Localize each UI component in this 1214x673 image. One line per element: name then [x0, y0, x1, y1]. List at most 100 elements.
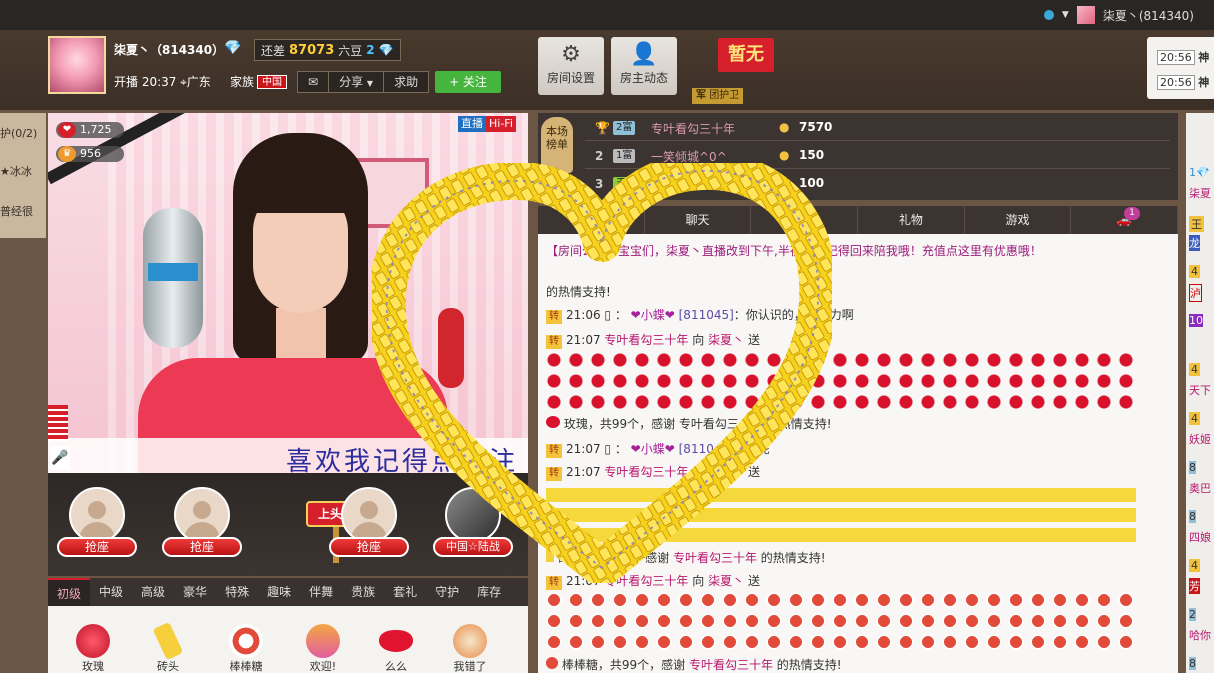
- mic-icon[interactable]: 🎤: [50, 446, 70, 470]
- chat-user[interactable]: 专叶看勾三十年: [604, 333, 688, 347]
- fr-item[interactable]: 天下: [1189, 382, 1211, 398]
- fr-item[interactable]: 奥巴: [1189, 480, 1211, 496]
- balloon-icon: [306, 624, 340, 658]
- guard-label: 军 团护卫: [692, 88, 744, 104]
- seat-bar: 抢座 抢座 上头条 抢座 中国☆陆战: [48, 473, 528, 576]
- mini-item[interactable]: 护(0/2): [0, 125, 46, 141]
- live-video[interactable]: 喜欢我记得点关注 🎤: [48, 113, 528, 473]
- chat-tab[interactable]: 礼物: [858, 206, 965, 234]
- repost-badge[interactable]: 转: [546, 310, 562, 324]
- chat-user[interactable]: 专叶看勾三十年: [673, 551, 757, 565]
- host-dynamic-button[interactable]: 👤 房主动态: [611, 37, 677, 95]
- gift-item[interactable]: 玫瑰: [63, 624, 123, 673]
- guard-panel[interactable]: 暂无 军 团护卫: [688, 30, 778, 108]
- gift-item[interactable]: 欢迎!: [293, 624, 353, 673]
- fr-item[interactable]: 四娘: [1189, 529, 1211, 545]
- rank-row[interactable]: 2 1富 一笑倾城^0^ ● 150: [585, 143, 1170, 169]
- seat[interactable]: 中国☆陆战: [433, 487, 513, 567]
- chat-tab[interactable]: 公屏: [538, 206, 645, 234]
- rank-value: 150: [799, 148, 825, 162]
- share-button[interactable]: 分享 ▼: [329, 72, 385, 92]
- right-user-list: 1💎 柒夏 王 龙 4 泸 10 4 天下 4 妖姬 8 奥巴 8 四娘 4 芳…: [1186, 113, 1214, 673]
- crown-icon: ♛: [58, 146, 76, 162]
- chat-verb: 向: [692, 333, 705, 347]
- chat-tab[interactable]: 聊天: [645, 206, 752, 234]
- chat-host[interactable]: 柒夏丶: [708, 333, 744, 347]
- repost-badge[interactable]: 转: [546, 444, 562, 458]
- gift-tab[interactable]: 套礼: [384, 578, 426, 606]
- rank-row[interactable]: 3 王冠 ● 100: [585, 171, 1170, 197]
- gap-level: 2: [366, 43, 375, 57]
- gift-tab[interactable]: 初级: [48, 578, 91, 606]
- rose-icon: [546, 371, 1136, 391]
- lollipop-icon: [229, 624, 263, 658]
- gift-tab[interactable]: 豪华: [174, 578, 216, 606]
- host-avatar[interactable]: [48, 36, 106, 94]
- gift-item[interactable]: 棒棒糖: [216, 624, 276, 673]
- gift-item[interactable]: 我错了: [440, 624, 500, 673]
- mail-icon[interactable]: ✉: [298, 72, 330, 92]
- gift-tab[interactable]: 守护: [426, 578, 468, 606]
- user-avatar[interactable]: [1076, 6, 1095, 24]
- chevron-down-icon[interactable]: ▼: [1062, 10, 1069, 20]
- hifi-badge[interactable]: Hi-Fi: [486, 116, 516, 132]
- seat[interactable]: 抢座: [57, 487, 137, 567]
- notice-text: 【房间公告】宝宝们，柒夏丶直播改到下午,半夜了，记得回来陪我哦！充值点这里有优惠…: [546, 244, 1042, 258]
- fr-item[interactable]: 柒夏: [1189, 185, 1211, 201]
- chat-user-id[interactable]: [811045]: [679, 308, 734, 322]
- rank-row[interactable]: 🏆 2富 专叶看勾三十年 ● 7570: [585, 115, 1170, 141]
- seat-label: 抢座: [329, 537, 409, 557]
- repost-badge[interactable]: 转: [546, 335, 562, 349]
- gift-tab[interactable]: 中级: [90, 578, 132, 606]
- ranking-tag[interactable]: 本场榜单: [541, 117, 573, 173]
- chat-user[interactable]: ❤小蝶❤: [631, 308, 675, 322]
- volume-bar[interactable]: [48, 405, 68, 441]
- chat-host[interactable]: 柒夏丶: [708, 465, 744, 479]
- host-dynamic-label: 房主动态: [619, 71, 668, 85]
- user-name[interactable]: 柒夏丶(814340): [1103, 7, 1194, 24]
- chat-tab[interactable]: 游戏: [965, 206, 1072, 234]
- follow-button[interactable]: + 关注: [435, 71, 501, 93]
- fr-item[interactable]: 哈你: [1189, 627, 1211, 643]
- chat-tabs: 公屏 聊天 点歌 礼物 游戏 🚗: [538, 206, 1179, 234]
- shield-icon: [1043, 10, 1054, 20]
- fr-item[interactable]: 妖姬: [1189, 431, 1211, 447]
- rank-name: 专叶看勾三十年: [651, 122, 736, 136]
- chat-user[interactable]: 专叶看勾三十年: [604, 465, 688, 479]
- gift-item[interactable]: 么么: [366, 624, 426, 673]
- scroll-text: 喜欢我记得点关注: [286, 447, 519, 473]
- chat-tab[interactable]: 点歌: [751, 206, 859, 234]
- gift-tab[interactable]: 趣味: [258, 578, 300, 606]
- chat-message: ：你认识的，么给力啊: [733, 308, 854, 322]
- gift-summary: 玫瑰，共99个，感谢 专叶看勾三十年 的热情支持!: [563, 417, 832, 431]
- rose-icon: [546, 392, 1136, 412]
- chat-user[interactable]: ❤小蝶❤: [631, 442, 675, 456]
- seat[interactable]: 抢座: [329, 487, 409, 567]
- guard-badge: 军: [696, 90, 706, 101]
- gift-item[interactable]: 砖头: [138, 621, 198, 673]
- gift-tab[interactable]: 伴舞: [300, 578, 342, 606]
- mini-item[interactable]: 普经很: [0, 203, 46, 219]
- chat-user[interactable]: 专叶看勾三十年: [689, 658, 773, 672]
- family-tag[interactable]: 中国: [257, 75, 287, 89]
- repost-badge[interactable]: 转: [546, 576, 562, 590]
- time-row: 20:56 神: [1157, 49, 1209, 65]
- mini-item[interactable]: ★冰冰: [0, 163, 46, 179]
- gift-tab[interactable]: 特殊: [216, 578, 258, 606]
- user-menu[interactable]: ▼ 柒夏丶(814340): [1043, 6, 1194, 24]
- left-mini-panel: 护(0/2) ★冰冰 普经很: [0, 113, 46, 238]
- chat-host[interactable]: 柒夏丶: [708, 574, 744, 588]
- host-name[interactable]: 柒夏丶（814340）: [114, 41, 224, 58]
- gift-label: 砖头: [157, 660, 179, 673]
- gift-tab[interactable]: 库存: [468, 578, 510, 606]
- diamond-icon: 💎: [224, 40, 242, 56]
- gift-tab[interactable]: 贵族: [342, 578, 384, 606]
- repost-badge[interactable]: 转: [546, 467, 562, 481]
- chat-user-id[interactable]: [811045]: [679, 442, 734, 456]
- seat[interactable]: 抢座: [162, 487, 242, 567]
- help-button[interactable]: 求助: [384, 72, 428, 92]
- gift-tab[interactable]: 高级: [132, 578, 174, 606]
- lollipop-icon: [546, 613, 1136, 633]
- room-settings-button[interactable]: ⚙ 房间设置: [538, 37, 604, 95]
- chat-user[interactable]: 专叶看勾三十年: [604, 574, 688, 588]
